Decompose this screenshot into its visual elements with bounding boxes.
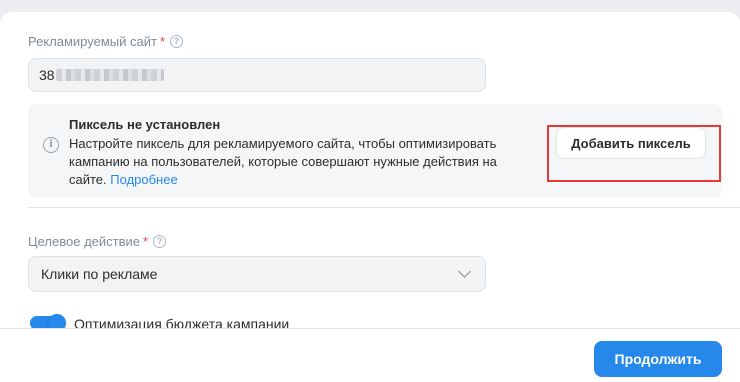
goal-select-value: Клики по рекламе: [41, 266, 158, 282]
goal-select[interactable]: Клики по рекламе: [28, 256, 486, 292]
site-input-value: 38: [39, 67, 55, 83]
blurred-value: [55, 69, 164, 81]
site-input[interactable]: 38: [28, 58, 486, 92]
question-circle-icon[interactable]: ?: [153, 235, 167, 248]
learn-more-link[interactable]: Подробнее: [110, 172, 177, 187]
required-mark: *: [143, 234, 149, 249]
goal-field-label: Целевое действие * ?: [28, 234, 167, 249]
continue-button[interactable]: Продолжить: [594, 341, 722, 377]
campaign-settings-card: Рекламируемый сайт * ? 38 i Пиксель не у…: [0, 12, 740, 328]
goal-label-text: Целевое действие: [28, 234, 140, 249]
site-label-text: Рекламируемый сайт: [28, 34, 157, 49]
add-pixel-button[interactable]: Добавить пиксель: [556, 127, 706, 159]
budget-optimization-label: Оптимизация бюджета кампании: [74, 316, 290, 328]
pixel-notice: i Пиксель не установлен Настройте пиксел…: [28, 104, 722, 198]
footer-bar: Продолжить: [0, 328, 740, 382]
pixel-notice-text: Настройте пиксель для рекламируемого сай…: [69, 135, 529, 189]
required-mark: *: [159, 34, 166, 49]
section-divider: [28, 207, 740, 208]
toggle-knob: [48, 314, 66, 328]
question-circle-icon[interactable]: ?: [170, 35, 184, 48]
site-field-label: Рекламируемый сайт * ?: [28, 34, 184, 49]
chevron-down-icon: [458, 265, 471, 278]
pixel-notice-title: Пиксель не установлен: [69, 117, 221, 132]
info-circle-icon: i: [43, 137, 59, 153]
budget-optimization-toggle[interactable]: [30, 314, 66, 328]
